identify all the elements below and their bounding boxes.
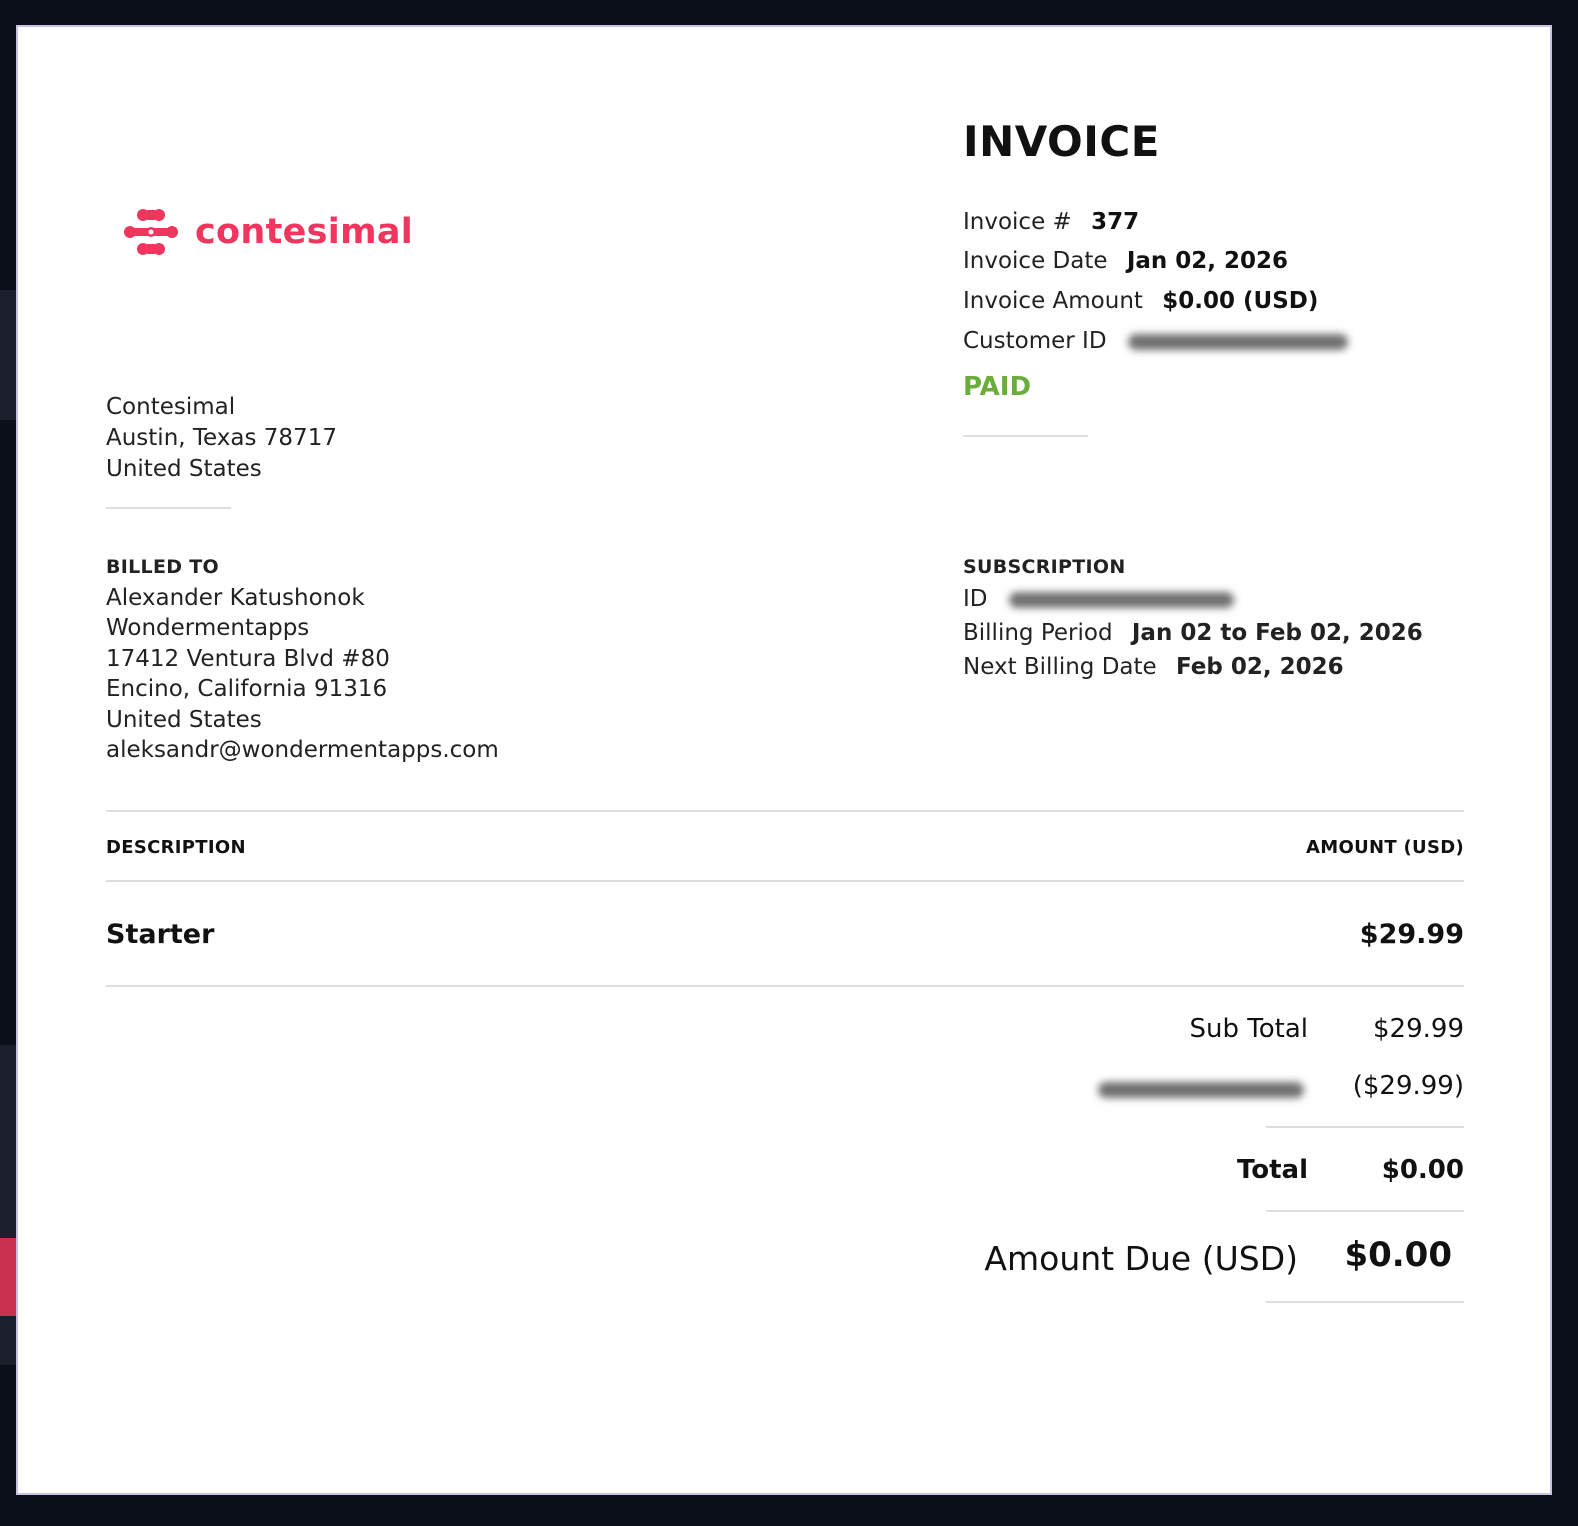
seller-address: Contesimal Austin, Texas 78717 United St… xyxy=(106,392,337,485)
billed-to-line: Alexander Katushonok xyxy=(106,584,365,611)
billing-period: Jan 02 to Feb 02, 2026 xyxy=(1131,620,1423,646)
discount-label-redacted xyxy=(1098,1079,1304,1098)
discount-label-blur xyxy=(1098,1081,1304,1098)
logo-wordmark: contesimal xyxy=(195,212,414,252)
billed-to-line: 17412 Ventura Blvd #80 xyxy=(106,645,390,672)
billed-to-email: aleksandr@wondermentapps.com xyxy=(106,737,499,763)
amount-due-label-row: Amount Due (USD) xyxy=(878,1239,1298,1278)
table-top-divider xyxy=(106,810,1464,812)
billed-to-block: BILLED TO Alexander Katushonok Wondermen… xyxy=(106,552,499,766)
billing-period-label: Billing Period xyxy=(963,620,1113,646)
next-billing-date: Feb 02, 2026 xyxy=(1176,654,1344,680)
invoice-amount-label: Invoice Amount xyxy=(963,288,1143,314)
invoice-document: contesimal INVOICE Invoice # 377 Invoice… xyxy=(16,25,1552,1495)
customer-id-redacted xyxy=(1127,333,1348,350)
column-header-description: DESCRIPTION xyxy=(106,837,246,858)
contesimal-logo-icon xyxy=(124,209,178,255)
amount-due-divider xyxy=(1266,1301,1464,1303)
line-item-amount: $29.99 xyxy=(1359,919,1464,950)
subscription-block: SUBSCRIPTION ID Billing Period Jan 02 to… xyxy=(963,552,1423,684)
seller-name: Contesimal xyxy=(106,394,236,420)
company-logo: contesimal xyxy=(123,207,413,257)
invoice-amount-row: Invoice Amount $0.00 (USD) xyxy=(963,288,1318,314)
invoice-number: 377 xyxy=(1091,209,1140,235)
invoice-title: INVOICE xyxy=(963,117,1160,166)
invoice-date: Jan 02, 2026 xyxy=(1126,248,1289,274)
amount-due-value: $0.00 xyxy=(1344,1235,1452,1275)
status-badge: PAID xyxy=(963,372,1032,402)
billed-to-line: United States xyxy=(106,706,262,733)
subscription-id-label: ID xyxy=(963,586,988,612)
seller-country: United States xyxy=(106,456,262,482)
billed-to-line: Encino, California 91316 xyxy=(106,676,388,702)
invoice-date-label: Invoice Date xyxy=(963,248,1108,274)
divider xyxy=(106,507,231,509)
table-bottom-divider xyxy=(106,985,1464,987)
invoice-amount: $0.00 (USD) xyxy=(1162,288,1319,314)
subtotal-label: Sub Total xyxy=(1189,1014,1308,1044)
discount-value: ($29.99) xyxy=(1352,1071,1464,1101)
line-item-description: Starter xyxy=(106,919,215,950)
subtotal-value: $29.99 xyxy=(1373,1014,1464,1044)
divider xyxy=(963,435,1088,437)
column-header-amount: AMOUNT (USD) xyxy=(1306,837,1464,858)
invoice-number-label: Invoice # xyxy=(963,209,1072,235)
next-billing-row: Next Billing Date Feb 02, 2026 xyxy=(963,650,1423,684)
subscription-id-redacted xyxy=(1008,591,1234,608)
subscription-id-row: ID xyxy=(963,582,1423,616)
billed-to-line: Wondermentapps xyxy=(106,615,310,641)
subscription-heading: SUBSCRIPTION xyxy=(963,556,1126,578)
total-label: Total xyxy=(1236,1155,1308,1185)
table-header-divider xyxy=(106,880,1464,882)
billing-period-row: Billing Period Jan 02 to Feb 02, 2026 xyxy=(963,616,1423,650)
amount-due-currency: (USD) xyxy=(1201,1239,1298,1278)
next-billing-label: Next Billing Date xyxy=(963,654,1157,680)
customer-id-label: Customer ID xyxy=(963,328,1107,354)
totals-divider xyxy=(1266,1126,1464,1128)
seller-city: Austin, Texas 78717 xyxy=(106,425,337,451)
invoice-number-row: Invoice # 377 xyxy=(963,209,1139,235)
totals-divider xyxy=(1266,1210,1464,1212)
total-value: $0.00 xyxy=(1381,1155,1464,1185)
invoice-date-row: Invoice Date Jan 02, 2026 xyxy=(963,248,1288,274)
customer-id-row: Customer ID xyxy=(963,328,1348,354)
amount-due-label: Amount Due xyxy=(984,1239,1192,1278)
billed-to-heading: BILLED TO xyxy=(106,556,219,578)
